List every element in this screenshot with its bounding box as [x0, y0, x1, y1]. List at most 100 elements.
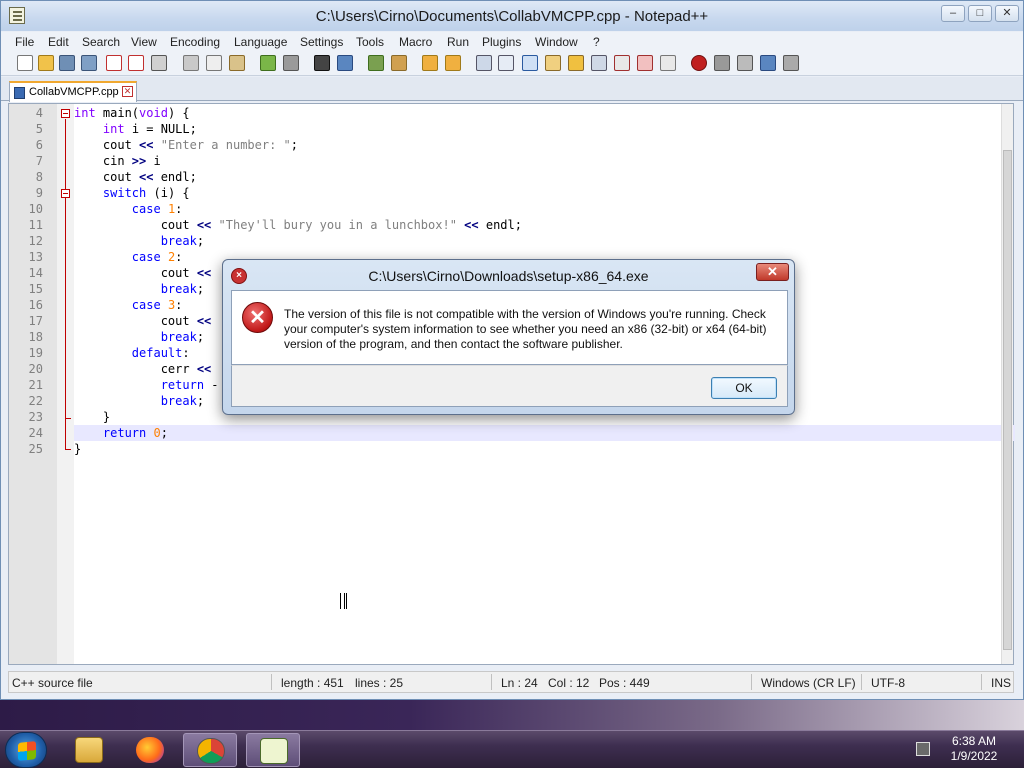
- taskbar-explorer[interactable]: [62, 733, 116, 767]
- ok-button[interactable]: OK: [711, 377, 777, 399]
- menu-view[interactable]: View: [131, 35, 157, 49]
- menu-encoding[interactable]: Encoding: [170, 35, 220, 49]
- dialog-close-button[interactable]: ✕: [756, 263, 789, 281]
- code-line[interactable]: int main(void) {: [74, 105, 1004, 121]
- cut-icon[interactable]: [183, 55, 199, 71]
- clock-time: 6:38 AM: [951, 734, 997, 748]
- title-bar[interactable]: C:\Users\Cirno\Documents\CollabVMCPP.cpp…: [1, 1, 1023, 31]
- print-icon[interactable]: [151, 55, 167, 71]
- replace-icon[interactable]: [337, 55, 353, 71]
- copy-icon[interactable]: [206, 55, 222, 71]
- minimize-button[interactable]: –: [941, 5, 965, 22]
- status-length: length : 451: [281, 676, 344, 690]
- taskbar-firefox[interactable]: [123, 733, 177, 767]
- indent-guide-icon[interactable]: [522, 55, 538, 71]
- tab-close-icon[interactable]: ✕: [122, 86, 133, 97]
- line-number: 7: [35, 154, 43, 168]
- doc-map-icon[interactable]: [591, 55, 607, 71]
- close-all-icon[interactable]: [128, 55, 144, 71]
- play-macro-icon[interactable]: [737, 55, 753, 71]
- start-button[interactable]: [5, 732, 47, 768]
- menu-macro[interactable]: Macro: [399, 35, 432, 49]
- code-line[interactable]: cin >> i: [74, 153, 1004, 169]
- function-list-icon[interactable]: [614, 55, 630, 71]
- line-number: 10: [28, 202, 43, 216]
- maximize-button[interactable]: □: [968, 5, 992, 22]
- dialog-message: The version of this file is not compatib…: [284, 307, 767, 351]
- code-line[interactable]: }: [74, 441, 1004, 457]
- fold-end-switch: [65, 418, 71, 419]
- vertical-scrollbar[interactable]: [1001, 104, 1013, 664]
- menu-edit[interactable]: Edit: [48, 35, 69, 49]
- network-tray-icon[interactable]: [916, 742, 930, 756]
- save-icon[interactable]: [59, 55, 75, 71]
- code-line[interactable]: int i = NULL;: [74, 121, 1004, 137]
- language-icon[interactable]: [545, 55, 561, 71]
- menu-help[interactable]: ?: [593, 35, 600, 49]
- fold-marker-switch[interactable]: [61, 189, 70, 198]
- fold-marker-main[interactable]: [61, 109, 70, 118]
- save-all-icon[interactable]: [81, 55, 97, 71]
- line-number: 8: [35, 170, 43, 184]
- save-macro-icon[interactable]: [783, 55, 799, 71]
- stop-macro-icon[interactable]: [714, 55, 730, 71]
- code-line[interactable]: cout << "Enter a number: ";: [74, 137, 1004, 153]
- line-number: 18: [28, 330, 43, 344]
- fold-margin: [57, 104, 74, 664]
- line-number: 12: [28, 234, 43, 248]
- line-number: 13: [28, 250, 43, 264]
- file-icon: [14, 87, 25, 99]
- open-file-icon[interactable]: [38, 55, 54, 71]
- run-macro-multiple-icon[interactable]: [760, 55, 776, 71]
- taskbar-notepadpp[interactable]: [246, 733, 300, 767]
- show-all-chars-icon[interactable]: [498, 55, 514, 71]
- sync-horizontal-icon[interactable]: [445, 55, 461, 71]
- menu-tools[interactable]: Tools: [356, 35, 384, 49]
- zoom-out-icon[interactable]: [391, 55, 407, 71]
- notepadpp-icon: [260, 738, 288, 764]
- status-insert-mode: INS: [991, 676, 1012, 690]
- redo-icon[interactable]: [283, 55, 299, 71]
- menu-settings[interactable]: Settings: [300, 35, 343, 49]
- menu-run[interactable]: Run: [447, 35, 469, 49]
- find-icon[interactable]: [314, 55, 330, 71]
- chrome-icon: [197, 738, 225, 764]
- zoom-in-icon[interactable]: [368, 55, 384, 71]
- udl-icon[interactable]: [568, 55, 584, 71]
- undo-icon[interactable]: [260, 55, 276, 71]
- record-macro-icon[interactable]: [691, 55, 707, 71]
- tab-label: CollabVMCPP.cpp: [29, 86, 119, 98]
- fold-line: [65, 119, 66, 449]
- menu-language[interactable]: Language: [234, 35, 287, 49]
- code-line[interactable]: break;: [74, 233, 1004, 249]
- code-line[interactable]: case 1:: [74, 201, 1004, 217]
- error-icon: ✕: [242, 302, 273, 333]
- menu-search[interactable]: Search: [82, 35, 120, 49]
- dialog-body: ✕ The version of this file is not compat…: [231, 290, 788, 365]
- sync-vertical-icon[interactable]: [422, 55, 438, 71]
- tab-collabvmcpp[interactable]: CollabVMCPP.cpp ✕: [9, 81, 137, 102]
- code-line[interactable]: cout << endl;: [74, 169, 1004, 185]
- close-file-icon[interactable]: [106, 55, 122, 71]
- code-line[interactable]: return 0;: [74, 425, 1004, 441]
- close-button[interactable]: ✕: [995, 5, 1019, 22]
- status-file-type: C++ source file: [12, 676, 93, 690]
- toolbar: [1, 52, 1023, 76]
- line-number: 5: [35, 122, 43, 136]
- system-clock[interactable]: 6:38 AM 1/9/2022: [944, 734, 1004, 764]
- status-encoding: UTF-8: [871, 676, 905, 690]
- menu-plugins[interactable]: Plugins: [482, 35, 521, 49]
- folder-workspace-icon[interactable]: [637, 55, 653, 71]
- menu-window[interactable]: Window: [535, 35, 578, 49]
- scroll-thumb[interactable]: [1003, 150, 1012, 650]
- taskbar-chrome[interactable]: [183, 733, 237, 767]
- paste-icon[interactable]: [229, 55, 245, 71]
- new-file-icon[interactable]: [17, 55, 33, 71]
- fold-end-main: [65, 449, 71, 450]
- code-line[interactable]: switch (i) {: [74, 185, 1004, 201]
- line-number: 17: [28, 314, 43, 328]
- code-line[interactable]: cout << "They'll bury you in a lunchbox!…: [74, 217, 1004, 233]
- menu-file[interactable]: File: [15, 35, 34, 49]
- monitoring-icon[interactable]: [660, 55, 676, 71]
- word-wrap-icon[interactable]: [476, 55, 492, 71]
